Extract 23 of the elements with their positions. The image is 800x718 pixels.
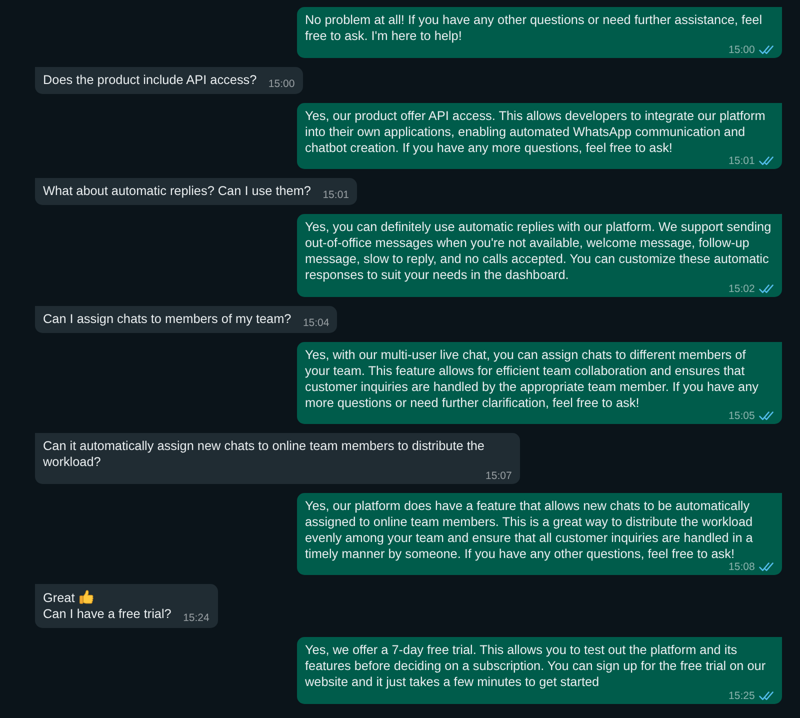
message-time: 15:25 [728,690,755,702]
message-time: 15:08 [728,561,755,573]
message-text: Yes, you can definitely use automatic replies with our platform. We support sending out-of-office messages when you're not available, welcome message, follow-up message, slow to reply, and no calls accepted. You can customize these automatic responses to suit your needs in the dashboard. [305,220,772,282]
message-text: No problem at all! If you have any other questions or need further assistance, feel free to ask. I'm here to help! [305,13,762,43]
message-text: What about automatic replies? Can I use them? [43,184,311,198]
message-time: 15:07 [486,470,512,482]
message-time: 15:01 [322,188,349,202]
message-text: Can I have a free trial? [43,607,172,621]
message-text: Yes, we offer a 7-day free trial. This allows you to test out the platform and its features before deciding on a subscription. You can sign up for the free trial on our website and it just takes a few minutes to get started [305,643,766,689]
message-time: 15:04 [302,316,330,330]
message-time: 15:24 [183,611,210,625]
message-text: Can I assign chats to members of my team? [43,312,292,326]
message-text: Does the product include API access? [43,72,257,86]
message-text: Yes, our product offer API access. This allows developers to integrate our platform into their own applications, enabling automated WhatsApp communication and chatbot creation. If you have any more questions, feel free to ask! [305,108,766,154]
message-time: 15:00 [268,76,295,90]
message-time: 15:02 [728,282,755,294]
message-text: Can it automatically assign new chats to online team members to distribute the workload? [43,439,484,469]
message-text: Yes, our platform does have a feature that allows new chats to be automatically assigned to online team members. This is a great way to distribute the workload evenly among your team and ensure that all customer inquiries are handled in a timely manner by someone. If you have any other questions, feel free to ask! [305,498,753,560]
message-time: 15:05 [728,410,755,422]
message-time: 15:00 [728,44,755,56]
message-text: Yes, with our multi-user live chat, you can assign chats to different members of your team. This feature allows for efficient team collaboration and ensures that customer inquiries are handled by the appropriate team member. If you have any more questions or need further clarification, feel free to ask! [305,348,758,410]
message-time: 15:01 [728,155,755,167]
message-text: Great [43,591,75,605]
